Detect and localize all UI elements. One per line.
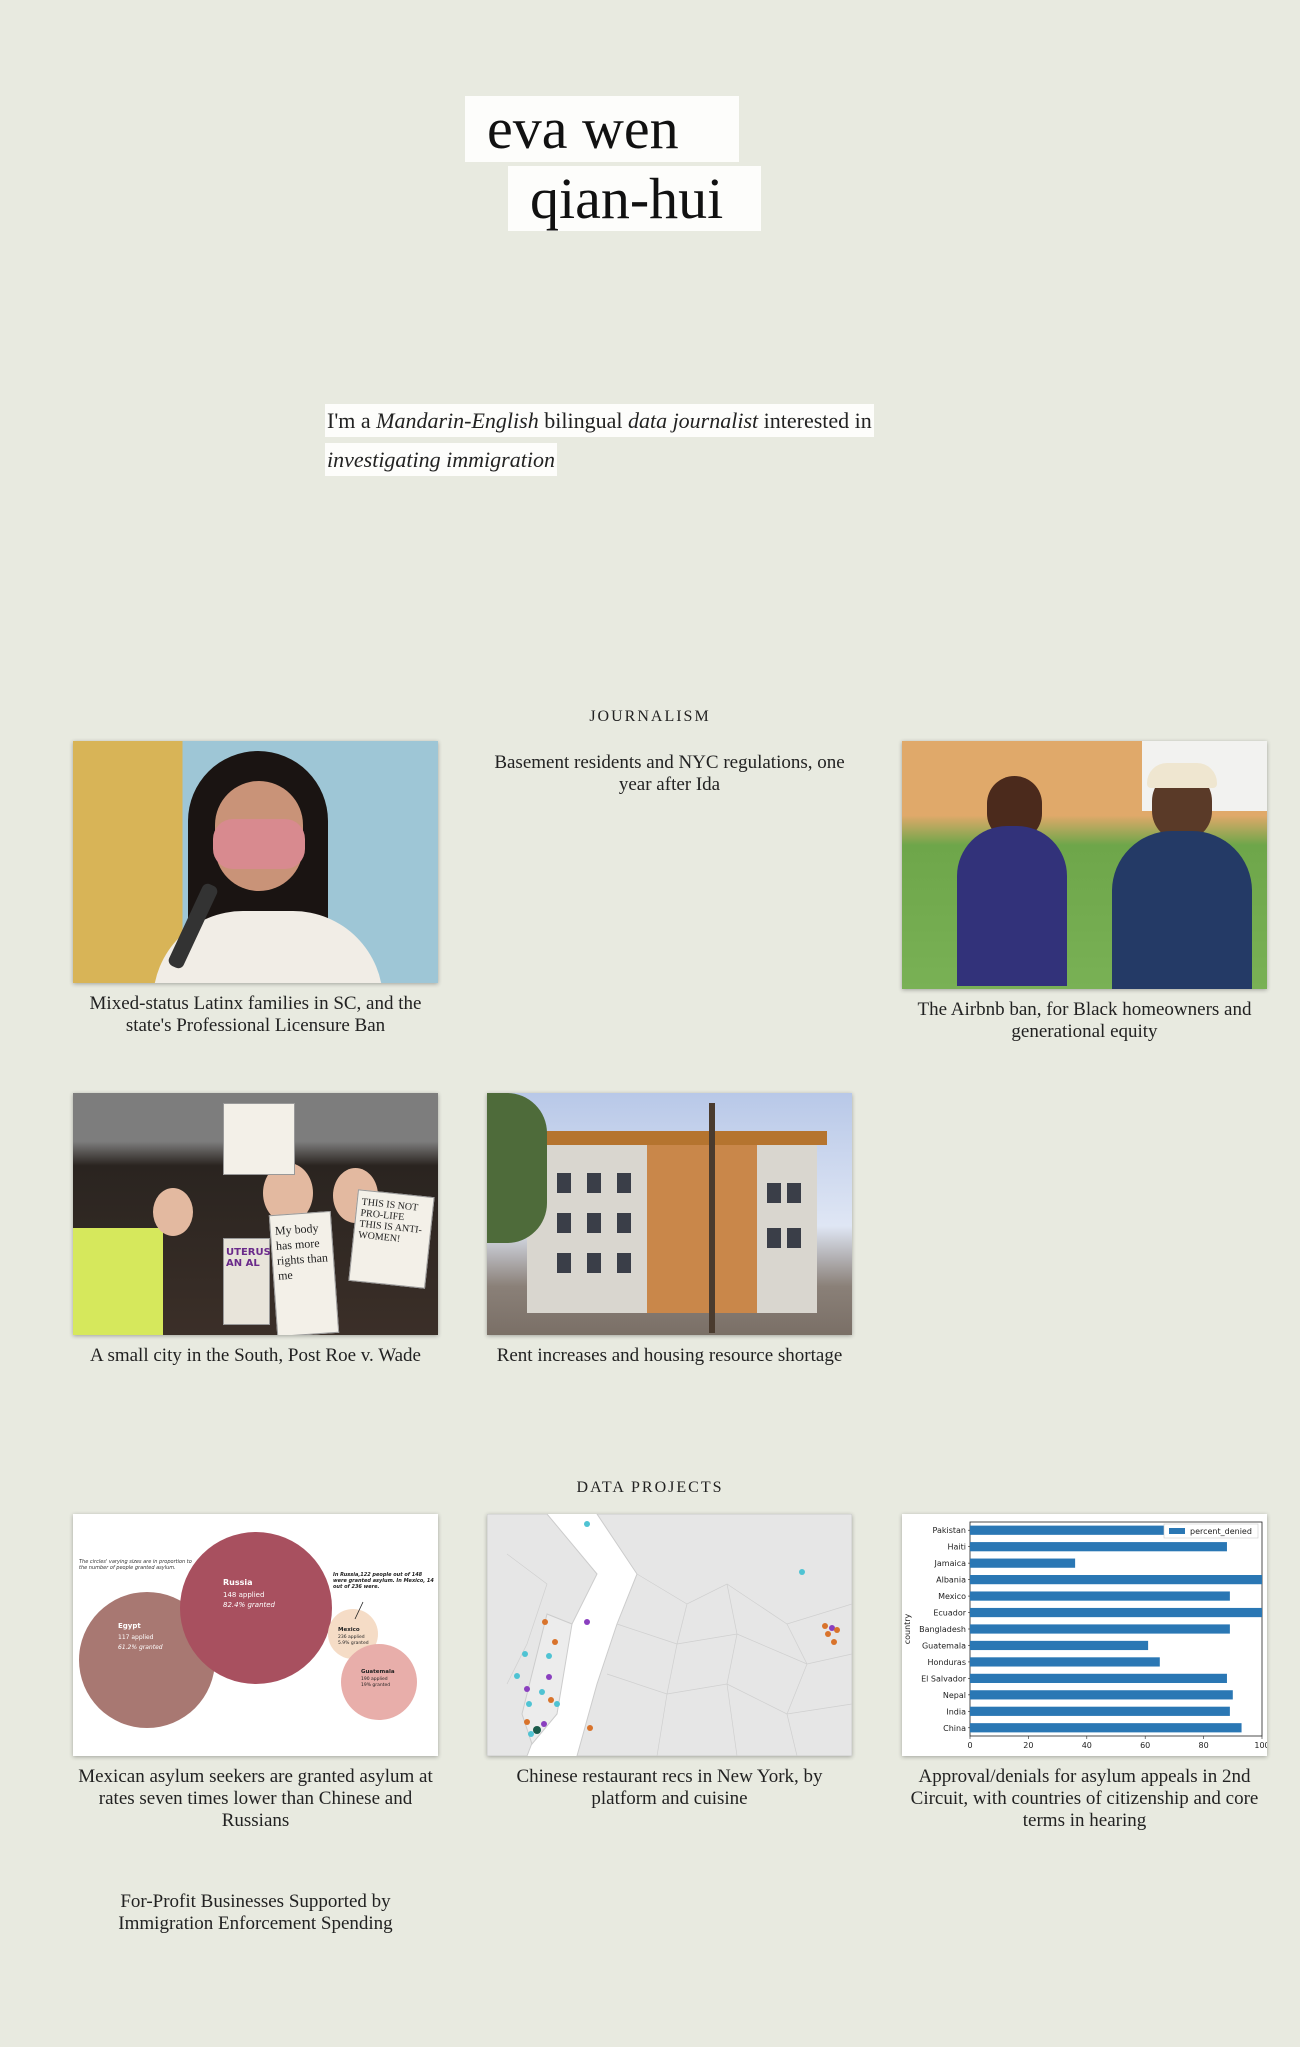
- protest-photo[interactable]: UTERUS AN AL My body has more rights tha…: [73, 1093, 438, 1335]
- category-label: Nepal: [943, 1691, 966, 1700]
- bar: [970, 1525, 1175, 1535]
- bar: [970, 1706, 1230, 1716]
- category-label: Guatemala: [922, 1641, 966, 1650]
- svg-text:236 applied: 236 applied: [338, 1634, 365, 1640]
- bubble-label-russia: Russia: [223, 1578, 253, 1587]
- svg-text:61.2% granted: 61.2% granted: [118, 1644, 163, 1651]
- speaker-photo[interactable]: [73, 741, 438, 983]
- card-caption[interactable]: Approval/denials for asylum appeals in 2…: [902, 1766, 1267, 1832]
- category-label: Pakistan: [933, 1526, 967, 1535]
- tick-label: 100: [1254, 1741, 1267, 1750]
- apartment-building-photo[interactable]: [487, 1093, 852, 1335]
- category-label: Ecuador: [933, 1609, 966, 1618]
- tick-label: 80: [1199, 1741, 1209, 1750]
- bar: [970, 1607, 1262, 1618]
- bar: [970, 1690, 1233, 1700]
- card-caption[interactable]: Chinese restaurant recs in New York, by …: [487, 1766, 852, 1810]
- asylum-denial-bar-chart[interactable]: Pakistan Haiti Jamaica Albania Mexico Ecuador…: [902, 1514, 1267, 1756]
- bubble-label-guatemala: Guatemala: [361, 1669, 395, 1675]
- bar: [970, 1673, 1227, 1683]
- card-caption[interactable]: Basement residents and NYC regulations, …: [487, 752, 852, 796]
- bar: [970, 1591, 1230, 1601]
- journalism-card[interactable]: Mixed-status Latinx families in SC, and …: [73, 741, 438, 1037]
- journalism-card[interactable]: Rent increases and housing resource shor…: [487, 1093, 852, 1367]
- tick-label: 40: [1082, 1741, 1092, 1750]
- name-line-2: qian-hui: [508, 166, 761, 231]
- svg-text:5.9% granted: 5.9% granted: [338, 1640, 369, 1646]
- data-project-card[interactable]: For-Profit Businesses Supported by Immig…: [73, 1891, 438, 1935]
- legend-swatch: [1169, 1528, 1185, 1534]
- name-line-1: eva wen: [465, 96, 739, 162]
- category-label: Jamaica: [934, 1559, 967, 1568]
- journalism-card[interactable]: The Airbnb ban, for Black homeowners and…: [902, 741, 1267, 1043]
- bar: [970, 1657, 1160, 1667]
- card-caption[interactable]: For-Profit Businesses Supported by Immig…: [73, 1891, 438, 1935]
- svg-text:82.4% granted: 82.4% granted: [223, 1601, 276, 1609]
- card-caption[interactable]: A small city in the South, Post Roe v. W…: [73, 1345, 438, 1367]
- category-label: Honduras: [928, 1658, 967, 1667]
- card-caption[interactable]: Rent increases and housing resource shor…: [487, 1345, 852, 1367]
- bar: [970, 1575, 1262, 1585]
- bar: [970, 1723, 1242, 1733]
- legend-label: percent_denied: [1190, 1527, 1252, 1536]
- category-label: Albania: [936, 1576, 966, 1585]
- tick-label: 0: [967, 1741, 972, 1750]
- intro-text: I'm a Mandarin-English bilingual data jo…: [325, 401, 874, 479]
- bubble-note-text: The circles' varying sizes are in propor…: [79, 1559, 192, 1571]
- journalism-card[interactable]: UTERUS AN AL My body has more rights tha…: [73, 1093, 438, 1367]
- svg-text:148 applied: 148 applied: [223, 1591, 264, 1599]
- name-text-1: eva wen: [487, 96, 679, 161]
- section-title-journalism: JOURNALISM: [589, 708, 711, 725]
- category-label: El Salvador: [921, 1674, 967, 1683]
- bar: [970, 1558, 1076, 1568]
- name-text-2: qian-hui: [530, 165, 724, 231]
- asylum-bubble-chart[interactable]: Russia 148 applied 82.4% granted Egypt 1…: [73, 1514, 438, 1756]
- intro-emphasis-topic: investigating immigration: [327, 447, 555, 472]
- tick-label: 60: [1140, 1741, 1150, 1750]
- svg-text:190 applied: 190 applied: [361, 1676, 388, 1682]
- y-axis-label: country: [903, 1613, 912, 1644]
- card-caption[interactable]: Mixed-status Latinx families in SC, and …: [73, 993, 438, 1037]
- category-label: Bangladesh: [919, 1625, 966, 1634]
- intro-emphasis-language: Mandarin-English: [376, 408, 539, 433]
- category-label: India: [946, 1707, 966, 1716]
- category-label: China: [943, 1724, 966, 1733]
- tick-label: 20: [1023, 1741, 1033, 1750]
- bubble-label-mexico: Mexico: [338, 1627, 360, 1633]
- journalism-card[interactable]: Basement residents and NYC regulations, …: [487, 752, 852, 796]
- data-project-card[interactable]: Pakistan Haiti Jamaica Albania Mexico Ecuador…: [902, 1514, 1267, 1832]
- bubble-annotation: In Russia,122 people out of 148 were gra…: [333, 1572, 434, 1590]
- card-caption[interactable]: Mexican asylum seekers are granted asylu…: [73, 1766, 438, 1832]
- intro-emphasis-role: data journalist: [627, 408, 759, 433]
- restaurant-map[interactable]: [487, 1514, 852, 1756]
- svg-text:117 applied: 117 applied: [118, 1634, 154, 1641]
- category-label: Haiti: [948, 1543, 967, 1552]
- card-caption[interactable]: The Airbnb ban, for Black homeowners and…: [902, 999, 1267, 1043]
- homeowners-photo[interactable]: [902, 741, 1267, 989]
- bar: [970, 1640, 1149, 1651]
- bar: [970, 1542, 1227, 1552]
- data-project-card[interactable]: Chinese restaurant recs in New York, by …: [487, 1514, 852, 1810]
- section-title-data-projects: DATA PROJECTS: [576, 1479, 724, 1496]
- bar: [970, 1624, 1230, 1634]
- category-label: Mexico: [938, 1592, 966, 1601]
- bubble-label-egypt: Egypt: [118, 1622, 141, 1630]
- svg-text:19% granted: 19% granted: [361, 1682, 390, 1688]
- bubble-guatemala: [341, 1644, 417, 1720]
- data-project-card[interactable]: Russia 148 applied 82.4% granted Egypt 1…: [73, 1514, 438, 1832]
